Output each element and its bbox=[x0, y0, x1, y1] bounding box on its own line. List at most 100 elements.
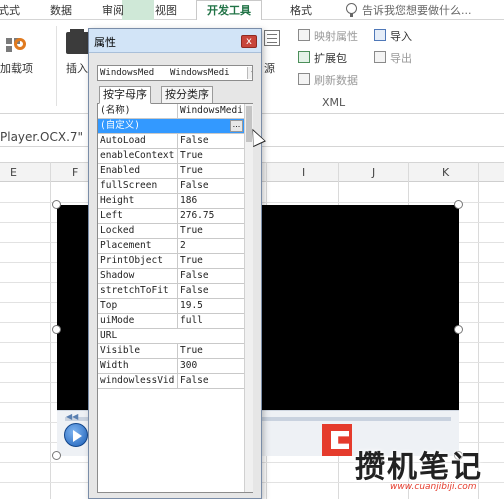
property-value[interactable]: True bbox=[177, 254, 243, 268]
property-row[interactable]: enableContext True bbox=[98, 149, 244, 164]
property-value[interactable]: True bbox=[177, 149, 243, 163]
tab-data[interactable]: 数据 bbox=[50, 2, 72, 18]
object-name: WindowsMed bbox=[100, 68, 155, 78]
property-value[interactable]: full bbox=[177, 314, 243, 328]
property-row[interactable]: fullScreen False bbox=[98, 179, 244, 194]
column-header-f[interactable]: F bbox=[72, 166, 78, 179]
tab-alphabetic[interactable]: 按字母序 bbox=[99, 86, 151, 104]
name-box-text[interactable]: Player.OCX.7" bbox=[0, 130, 83, 144]
property-value[interactable]: 276.75 bbox=[177, 209, 243, 223]
gear-icon bbox=[14, 38, 26, 50]
property-name: (自定义) bbox=[100, 120, 140, 131]
ellipsis-button[interactable]: ... bbox=[230, 120, 243, 132]
expansion-packs-button[interactable]: 扩展包 bbox=[314, 50, 347, 66]
group-divider bbox=[56, 26, 57, 106]
property-name: Left bbox=[100, 210, 123, 221]
property-value[interactable]: True bbox=[177, 224, 243, 238]
refresh-data-button[interactable]: 刷新数据 bbox=[314, 72, 358, 88]
property-name: windowlessVid bbox=[100, 375, 174, 386]
tab-format[interactable]: 格式 bbox=[290, 2, 312, 18]
column-header-i[interactable]: I bbox=[302, 166, 305, 179]
property-name: (名称) bbox=[100, 105, 131, 116]
import-button[interactable]: 导入 bbox=[390, 28, 412, 44]
property-row[interactable]: URL bbox=[98, 329, 244, 344]
property-name: fullScreen bbox=[100, 180, 158, 191]
tab-developer[interactable]: 开发工具 bbox=[207, 2, 251, 18]
toolbox-icon bbox=[66, 29, 90, 54]
property-value[interactable]: 2 bbox=[177, 239, 243, 253]
property-row[interactable]: Placement 2 bbox=[98, 239, 244, 254]
property-value[interactable]: False bbox=[177, 284, 243, 298]
map-properties-icon bbox=[298, 29, 310, 41]
property-value[interactable]: False bbox=[177, 134, 243, 148]
properties-window: 属性 x WindowsMed WindowsMedi ▼ 按字母序 按分类序 … bbox=[88, 28, 262, 499]
tab-formulas[interactable]: 式式 bbox=[0, 2, 20, 18]
property-row[interactable]: Height 186 bbox=[98, 194, 244, 209]
refresh-data-icon bbox=[298, 73, 310, 85]
property-row[interactable]: Width 300 bbox=[98, 359, 244, 374]
property-value[interactable]: True bbox=[177, 164, 243, 178]
property-name: Top bbox=[100, 300, 118, 311]
tab-categorized[interactable]: 按分类序 bbox=[161, 86, 213, 104]
property-row[interactable]: Enabled True bbox=[98, 164, 244, 179]
lightbulb-icon bbox=[346, 3, 357, 17]
resize-handle-top-left[interactable] bbox=[52, 200, 61, 209]
resize-handle-bottom-left[interactable] bbox=[52, 451, 61, 460]
property-value[interactable]: WindowsMedi bbox=[177, 104, 243, 118]
property-name: Height bbox=[100, 195, 135, 206]
property-name: Placement bbox=[100, 240, 152, 251]
property-row[interactable]: Shadow False bbox=[98, 269, 244, 284]
resize-handle-right[interactable] bbox=[454, 325, 463, 334]
expansion-packs-icon bbox=[298, 51, 310, 63]
export-button[interactable]: 导出 bbox=[390, 50, 412, 66]
ribbon-tab-bar: 式式 数据 审阅 视图 开发工具 格式 告诉我您想要做什么... bbox=[0, 0, 504, 21]
property-value[interactable]: True bbox=[177, 344, 243, 358]
play-button[interactable] bbox=[64, 423, 88, 447]
property-name: Locked bbox=[100, 225, 135, 236]
property-name: Width bbox=[100, 360, 129, 371]
tab-highlight bbox=[122, 0, 154, 20]
source-button[interactable]: 源 bbox=[264, 60, 275, 76]
resize-handle-top-right[interactable] bbox=[454, 200, 463, 209]
export-icon bbox=[374, 51, 386, 63]
column-header-e[interactable]: E bbox=[10, 166, 17, 179]
object-selector[interactable]: WindowsMed WindowsMedi ▼ bbox=[97, 65, 253, 81]
column-header-k[interactable]: K bbox=[442, 166, 449, 179]
column-header-j[interactable]: J bbox=[372, 166, 375, 179]
property-row[interactable]: stretchToFit False bbox=[98, 284, 244, 299]
property-value[interactable]: False bbox=[177, 374, 243, 388]
property-name: Enabled bbox=[100, 165, 141, 176]
xml-source-icon bbox=[264, 30, 280, 46]
rewind-icon[interactable]: ◀◀ bbox=[66, 412, 78, 421]
import-icon bbox=[374, 29, 386, 41]
property-row[interactable]: Visible True bbox=[98, 344, 244, 359]
map-properties-button[interactable]: 映射属性 bbox=[314, 28, 358, 44]
property-value[interactable]: 300 bbox=[177, 359, 243, 373]
tab-view[interactable]: 视图 bbox=[155, 2, 177, 18]
chevron-down-icon[interactable]: ▼ bbox=[247, 67, 252, 79]
property-row[interactable]: PrintObject True bbox=[98, 254, 244, 269]
property-row[interactable]: windowlessVid False bbox=[98, 374, 244, 389]
property-value[interactable]: 19.5 bbox=[177, 299, 243, 313]
vertical-scrollbar[interactable] bbox=[244, 104, 253, 492]
property-row[interactable]: Locked True bbox=[98, 224, 244, 239]
property-row-custom[interactable]: (自定义) ... bbox=[98, 119, 244, 134]
property-row[interactable]: Top 19.5 bbox=[98, 299, 244, 314]
insert-button[interactable]: 插入 bbox=[66, 60, 88, 76]
property-name: URL bbox=[100, 330, 118, 341]
property-row[interactable]: AutoLoad False bbox=[98, 134, 244, 149]
property-value[interactable]: False bbox=[177, 179, 243, 193]
property-row-name[interactable]: (名称) WindowsMedi bbox=[98, 104, 244, 119]
property-value[interactable]: False bbox=[177, 269, 243, 283]
property-row[interactable]: Left 276.75 bbox=[98, 209, 244, 224]
property-name: PrintObject bbox=[100, 255, 163, 266]
tab-review[interactable]: 审阅 bbox=[102, 2, 124, 18]
tell-me-box[interactable]: 告诉我您想要做什么... bbox=[362, 2, 472, 18]
property-value[interactable]: 186 bbox=[177, 194, 243, 208]
close-button[interactable]: x bbox=[241, 35, 257, 48]
resize-handle-left[interactable] bbox=[52, 325, 61, 334]
watermark-text: 攒机笔记 bbox=[355, 450, 483, 485]
properties-title-bar[interactable]: 属性 x bbox=[89, 29, 261, 53]
property-row[interactable]: uiMode full bbox=[98, 314, 244, 329]
addins-button[interactable]: 加载项 bbox=[0, 60, 33, 76]
